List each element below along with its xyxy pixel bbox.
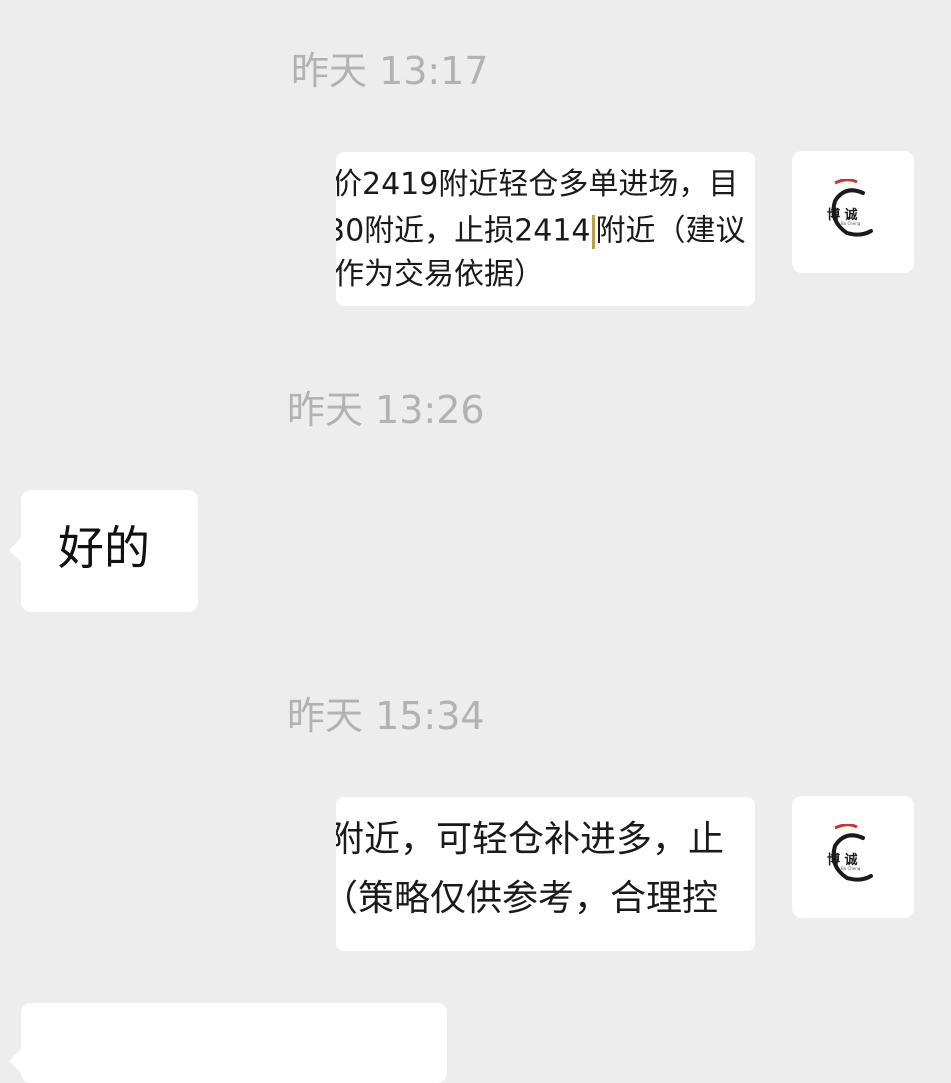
image-message[interactable]: 附近，可轻仓补进多，止 （策略仅供参考，合理控 xyxy=(336,797,755,951)
bocheng-logo-icon: 博 诚 Bo Cheng xyxy=(827,179,873,237)
timestamp: 昨天 13:17 xyxy=(291,49,489,93)
image-text-line: 作为交易依据） xyxy=(336,257,544,292)
image-text-segment: 附近（建议 xyxy=(595,213,746,249)
image-text-line: 30附近，止损2414 附近（建议 xyxy=(336,215,746,249)
message-text: 好的 xyxy=(58,521,150,575)
bubble-arrow xyxy=(9,538,21,562)
svg-text:Bo Cheng: Bo Cheng xyxy=(841,221,861,226)
chat-bubble[interactable] xyxy=(9,1003,447,1083)
bubble-arrow xyxy=(9,1049,21,1073)
chat-bubble[interactable]: 好的 xyxy=(9,490,198,612)
timestamp: 昨天 13:26 xyxy=(287,388,485,432)
avatar[interactable]: 博 诚 Bo Cheng xyxy=(792,796,914,918)
image-text-segment: 30附近，止损2414 xyxy=(336,213,591,249)
image-text-line: 附近，可轻仓补进多，止 xyxy=(336,819,725,860)
text-cursor xyxy=(591,215,595,249)
svg-text:Bo Cheng: Bo Cheng xyxy=(841,866,861,871)
image-text-line: （策略仅供参考，合理控 xyxy=(336,878,719,919)
image-text-line: 价2419附近轻仓多单进场，目 xyxy=(336,167,739,202)
image-message[interactable]: 价2419附近轻仓多单进场，目 30附近，止损2414 附近（建议 作为交易依据） xyxy=(336,152,755,306)
bocheng-logo-icon: 博 诚 Bo Cheng xyxy=(827,824,873,882)
timestamp: 昨天 15:34 xyxy=(287,694,485,738)
avatar[interactable]: 博 诚 Bo Cheng xyxy=(792,151,914,273)
